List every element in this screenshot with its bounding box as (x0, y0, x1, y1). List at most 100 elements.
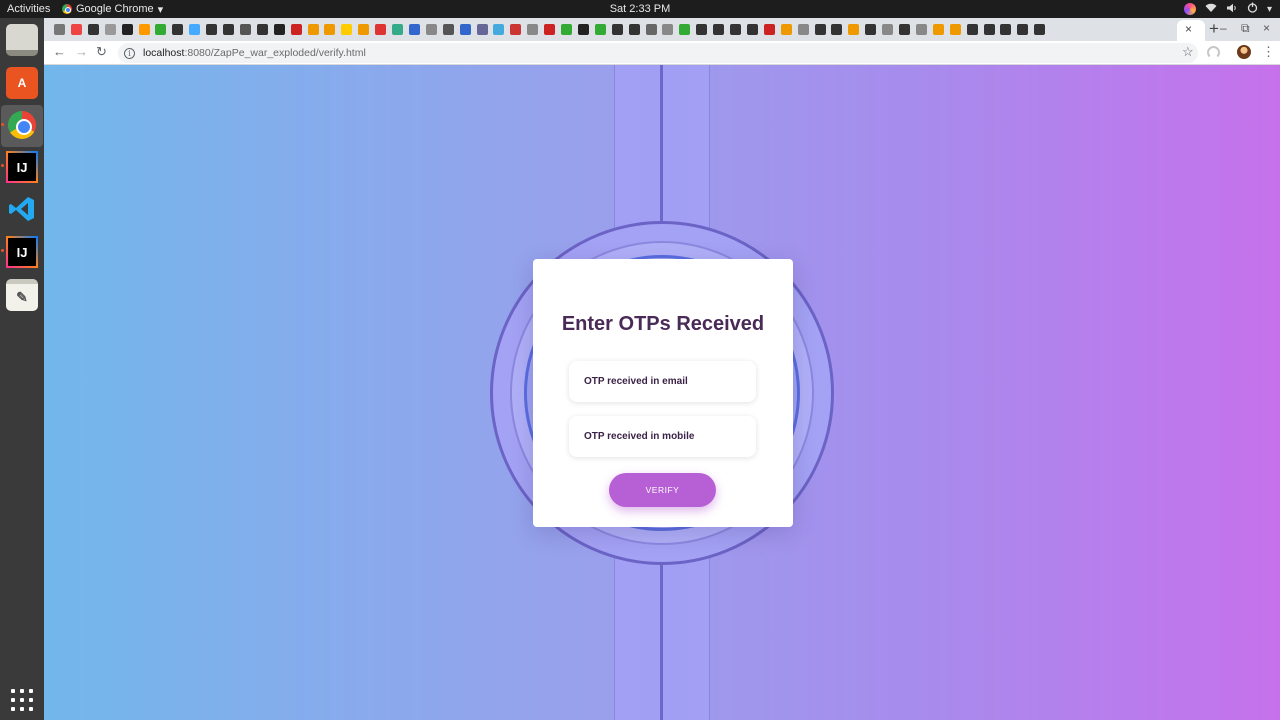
favicon-icon[interactable] (1034, 24, 1046, 35)
favicon-icon[interactable] (696, 24, 708, 35)
favicon-icon[interactable] (814, 24, 826, 35)
app-menu[interactable]: Google Chrome ▾ (62, 3, 163, 16)
volume-icon (1226, 3, 1238, 16)
favicon-icon[interactable] (865, 24, 877, 35)
favicon-icon[interactable] (189, 24, 201, 35)
favicon-icon[interactable] (848, 24, 860, 35)
software-center-glyph: A (17, 76, 27, 90)
intellij-icon-2[interactable]: IJ (6, 236, 38, 268)
favicon-icon[interactable] (392, 24, 403, 35)
clock[interactable]: Sat 2:33 PM (0, 3, 1280, 15)
back-icon[interactable]: ← (53, 44, 66, 59)
new-tab-button[interactable]: + (1209, 19, 1219, 39)
favicon-icon[interactable] (104, 24, 116, 35)
favicon-icon[interactable] (966, 24, 978, 35)
email-otp-field[interactable] (569, 361, 756, 402)
indicator-icon[interactable] (1183, 3, 1196, 15)
show-applications-icon[interactable] (11, 689, 33, 711)
favicon-icon[interactable] (949, 24, 961, 35)
favicon-icon[interactable] (662, 24, 674, 35)
favicon-icon[interactable] (831, 24, 843, 35)
chevron-down-icon: ▾ (157, 3, 164, 16)
favicon-icon[interactable] (121, 24, 133, 35)
favicon-icon[interactable] (645, 24, 657, 35)
address-bar[interactable]: i localhost:8080/ZapPe_war_exploded/veri… (118, 43, 1198, 63)
favicon-icon[interactable] (341, 24, 353, 35)
favicon-icon[interactable] (307, 24, 319, 35)
favicon-icon[interactable] (155, 24, 167, 35)
favicon-icon[interactable] (730, 24, 741, 35)
favicon-icon[interactable] (577, 24, 589, 35)
favicon-icon[interactable] (544, 24, 556, 35)
favicon-icon[interactable] (1017, 24, 1029, 35)
favicon-icon[interactable] (425, 24, 437, 35)
software-center-icon[interactable]: A (6, 67, 38, 99)
favicon-icon[interactable] (679, 24, 691, 35)
favicon-icon[interactable] (713, 24, 725, 35)
favicon-icon[interactable] (239, 24, 251, 35)
favicon-icon[interactable] (138, 24, 150, 35)
favicon-icon[interactable] (476, 24, 488, 35)
favicon-icon[interactable] (899, 24, 910, 35)
intellij-glyph: IJ (16, 159, 28, 175)
favicon-icon[interactable] (256, 24, 268, 35)
vscode-icon[interactable] (6, 193, 38, 225)
favicon-icon[interactable] (510, 24, 522, 35)
maximize-icon[interactable]: ⧉ (1241, 21, 1250, 36)
close-tab-icon[interactable]: × (1185, 22, 1192, 36)
intellij-icon[interactable]: IJ (6, 151, 38, 183)
favicon-icon[interactable] (54, 24, 65, 35)
running-indicator (1, 249, 4, 252)
favicon-icon[interactable] (324, 24, 336, 35)
favicon-icon[interactable] (983, 24, 995, 35)
forward-icon[interactable]: → (75, 44, 88, 59)
verify-button[interactable]: VERIFY (609, 473, 716, 507)
files-icon[interactable] (6, 24, 38, 56)
favicon-icon[interactable] (172, 24, 184, 35)
activities-button[interactable]: Activities (0, 3, 62, 15)
extension-icon[interactable] (1207, 46, 1220, 59)
intellij-glyph: IJ (16, 244, 28, 260)
favicon-icon[interactable] (493, 24, 505, 35)
reload-icon[interactable]: ↻ (96, 44, 107, 60)
favicon-icon[interactable] (290, 24, 302, 35)
bookmark-star-icon[interactable]: ☆ (1182, 44, 1194, 60)
favicon-icon[interactable] (915, 24, 927, 35)
favicon-icon[interactable] (87, 24, 99, 35)
favicon-icon[interactable] (459, 24, 471, 35)
minimize-icon[interactable]: – (1220, 21, 1227, 35)
favicon-icon[interactable] (628, 24, 640, 35)
favicon-icon[interactable] (797, 24, 809, 35)
favicon-icon[interactable] (746, 24, 758, 35)
tray-chevron-icon: ▾ (1266, 3, 1272, 15)
favicon-icon[interactable] (408, 24, 420, 35)
favicon-icon[interactable] (1000, 24, 1012, 35)
chrome-dock-icon[interactable] (6, 109, 38, 141)
text-editor-icon[interactable]: ✎ (6, 279, 38, 311)
favicon-icon[interactable] (561, 24, 572, 35)
favicon-icon[interactable] (763, 24, 775, 35)
favicon-icon[interactable] (611, 24, 623, 35)
favicon-icon[interactable] (375, 24, 387, 35)
favicon-icon[interactable] (70, 24, 82, 35)
favicon-icon[interactable] (223, 24, 234, 35)
profile-avatar[interactable] (1237, 45, 1251, 59)
favicon-icon[interactable] (594, 24, 606, 35)
favicon-icon[interactable] (273, 24, 285, 35)
mobile-otp-field[interactable] (569, 416, 756, 457)
favicon-icon[interactable] (206, 24, 218, 35)
window-close-icon[interactable]: × (1263, 21, 1270, 35)
url-text: localhost:8080/ZapPe_war_exploded/verify… (143, 47, 366, 59)
system-tray[interactable]: ▾ (1183, 0, 1272, 18)
browser-toolbar: ← → ↻ i localhost:8080/ZapPe_war_explode… (44, 41, 1280, 65)
favicon-icon[interactable] (527, 24, 539, 35)
favicon-icon[interactable] (932, 24, 944, 35)
favicon-icon[interactable] (882, 24, 894, 35)
chrome-menu-icon[interactable]: ⋮ (1262, 44, 1275, 60)
site-info-icon[interactable]: i (124, 47, 135, 59)
wifi-icon (1205, 3, 1217, 16)
favicon-icon[interactable] (358, 24, 370, 35)
url-host: localhost (143, 47, 185, 59)
favicon-icon[interactable] (442, 24, 454, 35)
favicon-icon[interactable] (780, 24, 792, 35)
